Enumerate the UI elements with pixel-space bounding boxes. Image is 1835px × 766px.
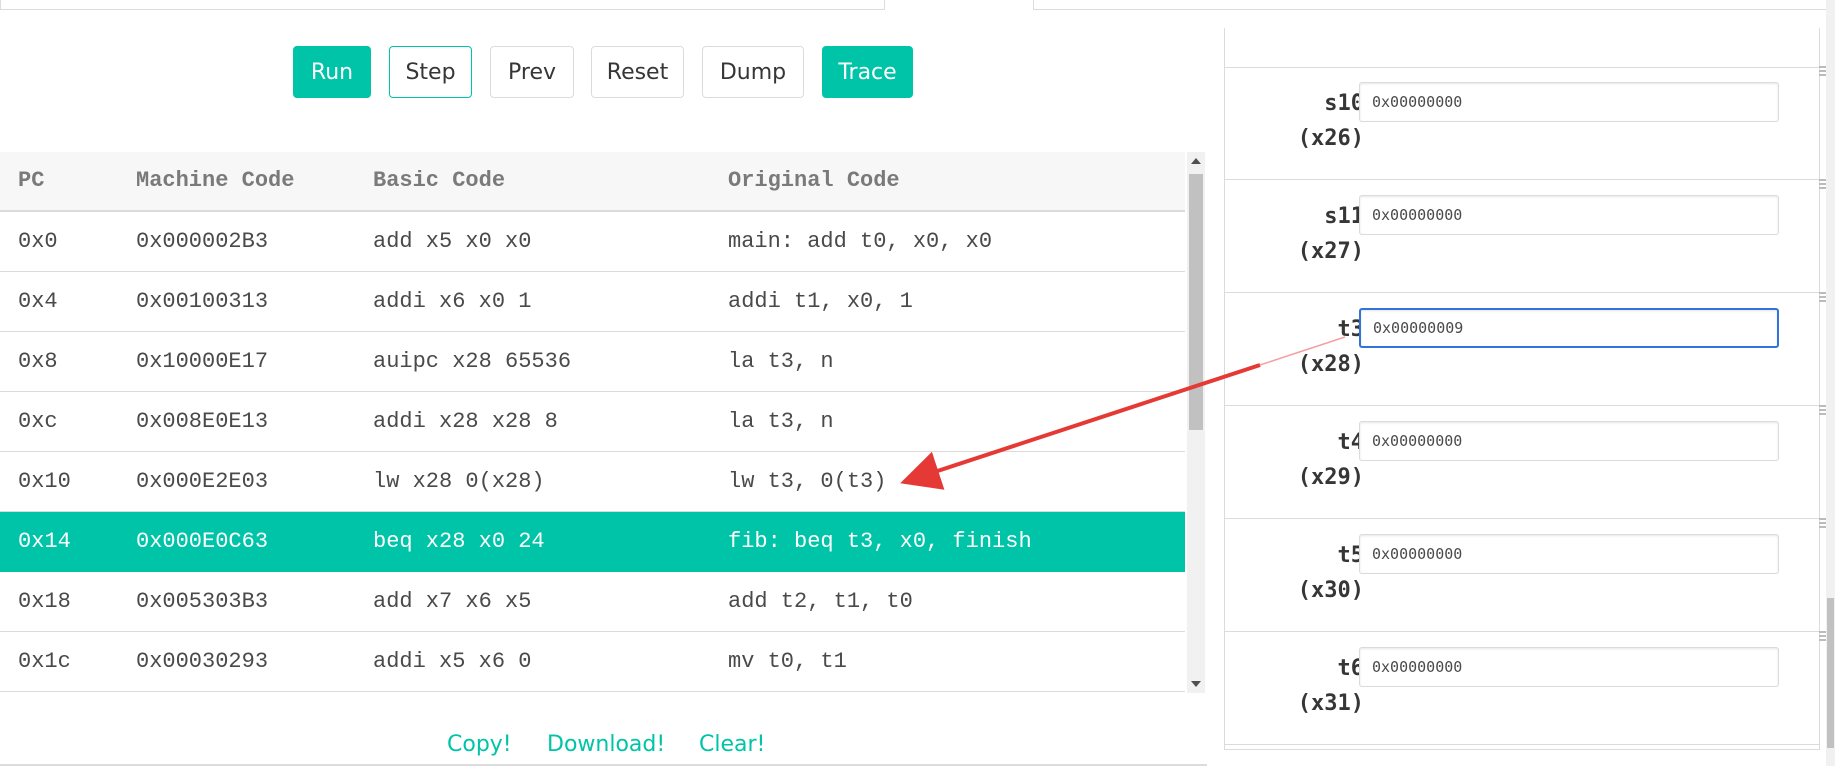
cell-machine-code: 0x10000E17: [136, 349, 269, 374]
scroll-up-arrow-icon[interactable]: [1191, 158, 1201, 164]
control-toolbar: Run Step Prev Reset Dump Trace: [0, 46, 1207, 100]
cell-machine-code: 0x000002B3: [136, 229, 269, 254]
register-row-t6: t6 (x31): [1225, 631, 1835, 745]
cell-machine-code: 0x00030293: [136, 649, 269, 674]
register-name: t4: [1337, 430, 1365, 455]
clear-link[interactable]: Clear!: [699, 732, 765, 757]
cell-original-code: la t3, n: [728, 409, 834, 434]
register-value-field[interactable]: [1359, 534, 1779, 574]
download-link[interactable]: Download!: [547, 732, 665, 757]
cell-basic-code: addi x28 x28 8: [373, 409, 558, 434]
register-label: t3 (x28): [1298, 312, 1364, 382]
register-label: s11 (x27): [1298, 199, 1364, 269]
instruction-table: PC Machine Code Basic Code Original Code…: [0, 152, 1185, 693]
register-row-cutoff: [1225, 0, 1819, 68]
register-row-s10: s10 (x26): [1225, 66, 1835, 180]
cell-original-code: main: add t0, x0, x0: [728, 229, 993, 254]
cell-original-code: addi t1, x0, 1: [728, 289, 913, 314]
table-header: PC Machine Code Basic Code Original Code: [0, 152, 1185, 212]
table-row[interactable]: 0x1c 0x00030293 addi x5 x6 0 mv t0, t1: [0, 632, 1185, 692]
step-button[interactable]: Step: [389, 46, 472, 98]
cell-basic-code: add x7 x6 x5: [373, 589, 532, 614]
register-label: s10 (x26): [1298, 86, 1364, 156]
cell-basic-code: add x5 x0 x0: [373, 229, 532, 254]
table-row[interactable]: 0x0 0x000002B3 add x5 x0 x0 main: add t0, x…: [0, 212, 1185, 272]
page-scrollbar[interactable]: [1826, 0, 1835, 766]
cell-machine-code: 0x00100313: [136, 289, 269, 314]
table-scrollbar[interactable]: [1187, 152, 1205, 693]
cell-basic-code: auipc x28 65536: [373, 349, 572, 374]
cell-original-code: add t2, t1, t0: [728, 589, 913, 614]
register-row-t3: t3 (x28): [1225, 292, 1835, 406]
cell-pc: 0x0: [18, 229, 58, 254]
register-value-field[interactable]: [1359, 308, 1779, 348]
table-row[interactable]: 0xc 0x008E0E13 addi x28 x28 8 la t3, n: [0, 392, 1185, 452]
register-value-field[interactable]: [1359, 82, 1779, 122]
page-scrollbar-thumb[interactable]: [1827, 598, 1834, 748]
table-row[interactable]: 0x18 0x005303B3 add x7 x6 x5 add t2, t1, t0: [0, 572, 1185, 632]
cell-pc: 0x10: [18, 469, 71, 494]
cell-basic-code: beq x28 x0 24: [373, 529, 545, 554]
cell-machine-code: 0x008E0E13: [136, 409, 269, 434]
table-row[interactable]: 0x10 0x000E2E03 lw x28 0(x28) lw t3, 0(t3): [0, 452, 1185, 512]
register-value-field[interactable]: [1359, 421, 1779, 461]
register-name: s10: [1324, 91, 1364, 116]
register-name: s11: [1324, 204, 1364, 229]
register-label: t4 (x29): [1298, 425, 1364, 495]
table-row[interactable]: 0x8 0x10000E17 auipc x28 65536 la t3, n: [0, 332, 1185, 392]
register-row-t5: t5 (x30): [1225, 518, 1835, 632]
cell-pc: 0xc: [18, 409, 58, 434]
cell-pc: 0x14: [18, 529, 71, 554]
table-row[interactable]: 0x4 0x00100313 addi x6 x0 1 addi t1, x0, 1: [0, 272, 1185, 332]
register-value-field[interactable]: [1359, 647, 1779, 687]
register-label: t6 (x31): [1298, 651, 1364, 721]
cell-basic-code: addi x5 x6 0: [373, 649, 532, 674]
cell-original-code: la t3, n: [728, 349, 834, 374]
cell-machine-code: 0x005303B3: [136, 589, 269, 614]
scrollbar-thumb[interactable]: [1189, 174, 1203, 430]
cell-pc: 0x1c: [18, 649, 71, 674]
register-alias: (x29): [1297, 465, 1364, 490]
register-alias: (x30): [1297, 578, 1364, 603]
register-name: t3: [1337, 317, 1365, 342]
register-row-s11: s11 (x27): [1225, 179, 1835, 293]
register-panel: s10 (x26) s11 (x27) t3 (x28) t4 (x29) t5 (x30) t6 (…: [1224, 28, 1835, 750]
register-alias: (x28): [1297, 352, 1364, 377]
output-actions: Copy! Download! Clear!: [0, 732, 1207, 764]
reset-button[interactable]: Reset: [591, 46, 684, 98]
register-alias: (x31): [1297, 691, 1364, 716]
cell-basic-code: lw x28 0(x28): [373, 469, 545, 494]
cell-pc: 0x4: [18, 289, 58, 314]
cell-original-code: fib: beq t3, x0, finish: [728, 529, 1032, 554]
register-alias: (x26): [1297, 126, 1364, 151]
trace-button[interactable]: Trace: [822, 46, 913, 98]
register-name: t5: [1337, 543, 1365, 568]
cell-pc: 0x18: [18, 589, 71, 614]
scroll-down-arrow-icon[interactable]: [1191, 681, 1201, 687]
cell-machine-code: 0x000E2E03: [136, 469, 269, 494]
register-value-field[interactable]: [1359, 195, 1779, 235]
run-button[interactable]: Run: [293, 46, 371, 98]
register-alias: (x27): [1297, 239, 1364, 264]
header-machine-code: Machine Code: [136, 168, 295, 193]
table-row-active[interactable]: 0x14 0x000E0C63 beq x28 x0 24 fib: beq t3, …: [0, 512, 1185, 572]
copy-link[interactable]: Copy!: [447, 732, 512, 757]
header-original-code: Original Code: [728, 168, 900, 193]
register-row-t4: t4 (x29): [1225, 405, 1835, 519]
cell-original-code: lw t3, 0(t3): [728, 469, 887, 494]
register-name: t6: [1337, 656, 1365, 681]
header-basic-code: Basic Code: [373, 168, 506, 193]
top-left-panel: [0, 0, 885, 10]
prev-button[interactable]: Prev: [490, 46, 574, 98]
cell-basic-code: addi x6 x0 1: [373, 289, 532, 314]
cell-pc: 0x8: [18, 349, 58, 374]
header-pc: PC: [18, 168, 45, 193]
dump-button[interactable]: Dump: [702, 46, 804, 98]
register-label: t5 (x30): [1298, 538, 1364, 608]
cell-original-code: mv t0, t1: [728, 649, 847, 674]
cell-machine-code: 0x000E0C63: [136, 529, 269, 554]
